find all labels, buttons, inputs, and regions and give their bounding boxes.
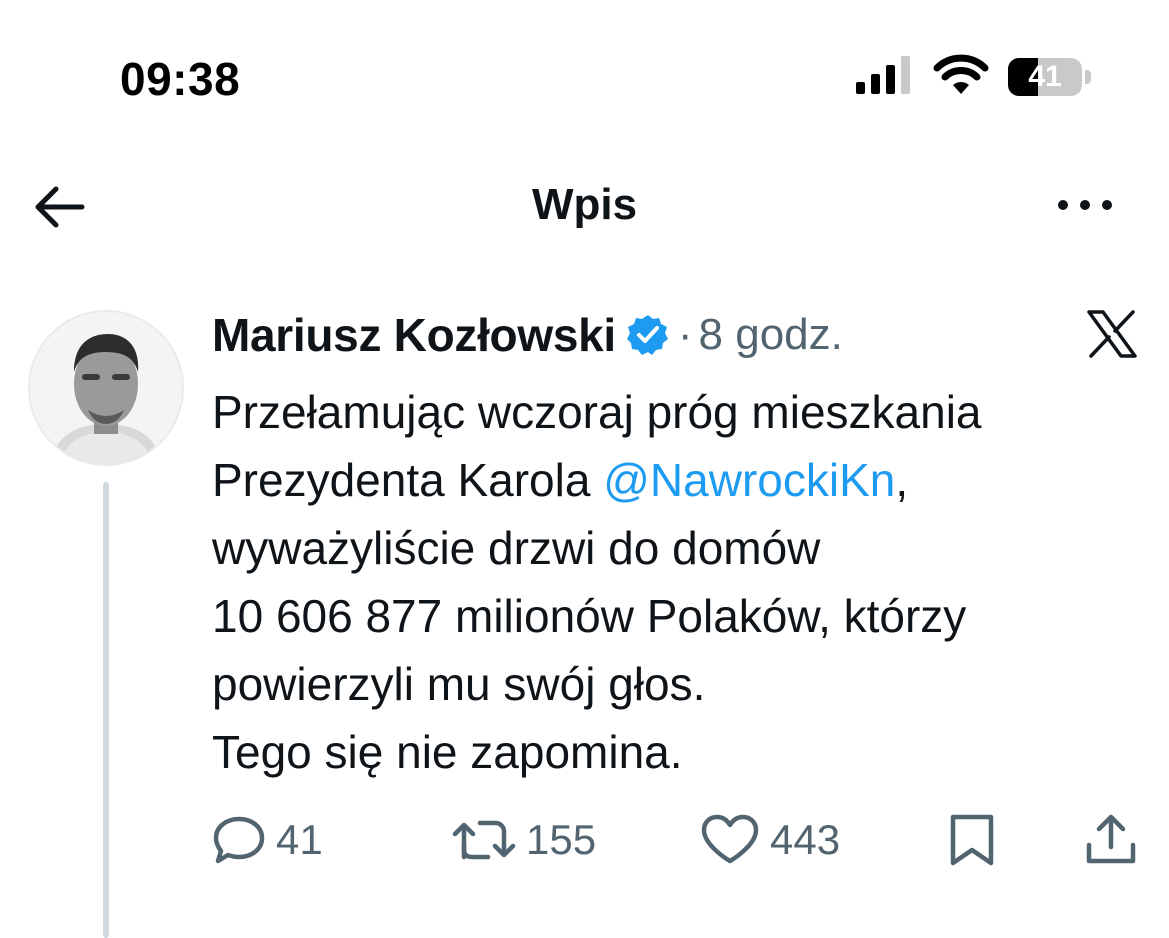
like-button[interactable]: 443 [700, 812, 840, 868]
post-text-line: Prezydenta Karola @NawrockiKn, [212, 446, 1152, 514]
status-time: 09:38 [120, 53, 241, 105]
post-text-line: Przełamując wczoraj próg mieszkania [212, 386, 982, 438]
x-logo-icon [1087, 310, 1137, 358]
bookmark-icon [950, 814, 994, 866]
post-time[interactable]: 8 godz. [699, 310, 843, 360]
avatar[interactable] [28, 310, 184, 466]
reply-button[interactable]: 41 [212, 812, 323, 868]
mention-link[interactable]: @NawrockiKn [603, 454, 895, 506]
avatar-photo [30, 312, 182, 464]
wifi-icon [933, 54, 989, 94]
post-text: Przełamując wczoraj próg mieszkania Prez… [212, 378, 1152, 786]
share-button[interactable] [1084, 812, 1138, 868]
more-icon[interactable] [1054, 190, 1116, 220]
share-icon [1086, 814, 1136, 864]
post-text-line: 10 606 877 milionów Polaków, którzy [212, 590, 967, 642]
post-text-segment: Prezydenta Karola [212, 454, 604, 506]
post-text-line: wyważyliście drzwi do domów [212, 522, 821, 574]
author-row: Mariusz Kozłowski · 8 godz. [212, 305, 843, 365]
battery-icon: 41 [1008, 58, 1092, 98]
repost-count: 155 [526, 816, 597, 863]
repost-button[interactable]: 155 [452, 812, 596, 868]
battery-level: 41 [1028, 60, 1062, 93]
like-count: 443 [770, 816, 841, 863]
post-text-segment: , [895, 454, 909, 506]
signal-icon [856, 56, 910, 94]
reply-icon [213, 816, 265, 864]
page-title: Wpis [531, 180, 638, 229]
author-name[interactable]: Mariusz Kozłowski [212, 308, 616, 362]
post-text-line: Tego się nie zapomina. [212, 726, 683, 778]
like-icon [701, 814, 759, 864]
thread-line [103, 482, 109, 938]
post-text-line: powierzyli mu swój głos. [212, 658, 706, 710]
verified-badge-icon[interactable] [626, 313, 670, 357]
reply-count: 41 [276, 816, 323, 863]
repost-icon [452, 820, 516, 860]
bookmark-button[interactable] [946, 812, 998, 868]
separator-dot: · [677, 310, 693, 359]
